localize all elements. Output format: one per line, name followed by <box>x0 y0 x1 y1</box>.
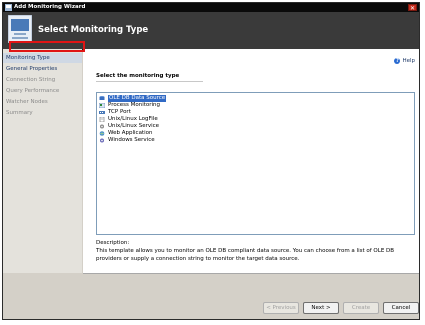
title-bar: Add Monitoring Wizard ✕ <box>3 3 419 12</box>
monitoring-type-list[interactable]: OLE DB Data Source Process Monitoring TC… <box>96 92 415 235</box>
section-divider <box>96 81 203 82</box>
help-link[interactable]: ? Help <box>394 58 415 64</box>
main-content: ? Help Select the monitoring type OLE DB … <box>83 49 419 273</box>
previous-button: < Previous <box>263 302 299 314</box>
process-icon <box>99 103 105 108</box>
sidebar-item-monitoring-type[interactable]: Monitoring Type <box>3 53 82 63</box>
window-title: Add Monitoring Wizard <box>14 4 86 10</box>
next-button[interactable]: Next > <box>303 302 339 314</box>
create-button: Create <box>343 302 379 314</box>
sidebar-item-connection-string: Connection String <box>6 77 56 83</box>
close-button[interactable]: ✕ <box>408 4 417 12</box>
monitoring-wizard-icon <box>8 15 32 43</box>
service-icon <box>100 124 104 129</box>
list-item-label: Process Monitoring <box>108 102 161 108</box>
description-label: Description: <box>96 240 130 246</box>
list-item-label: Unix/Linux Service <box>108 123 160 129</box>
sidebar-item-summary: Summary <box>6 110 33 116</box>
list-item-label: Windows Service <box>108 137 155 143</box>
help-icon: ? <box>394 58 401 64</box>
help-label: Help <box>402 58 415 64</box>
logfile-icon <box>99 117 105 122</box>
wizard-steps-sidebar: Monitoring Type General Properties Conne… <box>3 49 82 273</box>
list-item-label: Unix/Linux LogFile <box>108 116 158 122</box>
windows-service-icon <box>100 138 104 143</box>
wizard-app-icon <box>5 4 12 11</box>
list-item-label: OLE DB Data Source <box>108 95 167 102</box>
annotation-highlight-box <box>9 41 85 52</box>
web-application-icon <box>99 131 105 136</box>
list-item-label: Web Application <box>108 130 153 136</box>
section-label: Select the monitoring type <box>96 73 180 79</box>
database-icon <box>99 96 105 100</box>
sidebar-item-general-properties[interactable]: General Properties <box>3 64 82 74</box>
sidebar-item-query-performance: Query Performance <box>6 88 60 94</box>
network-port-icon <box>99 111 105 114</box>
page-title: Select Monitoring Type <box>38 25 149 35</box>
sidebar-item-watcher-nodes: Watcher Nodes <box>6 99 48 105</box>
wizard-footer: < Previous Next > Create Cancel <box>83 273 419 319</box>
cancel-button[interactable]: Cancel <box>383 302 419 314</box>
description-text: This template allows you to monitor an O… <box>96 248 395 262</box>
list-item-label: TCP Port <box>108 109 131 115</box>
